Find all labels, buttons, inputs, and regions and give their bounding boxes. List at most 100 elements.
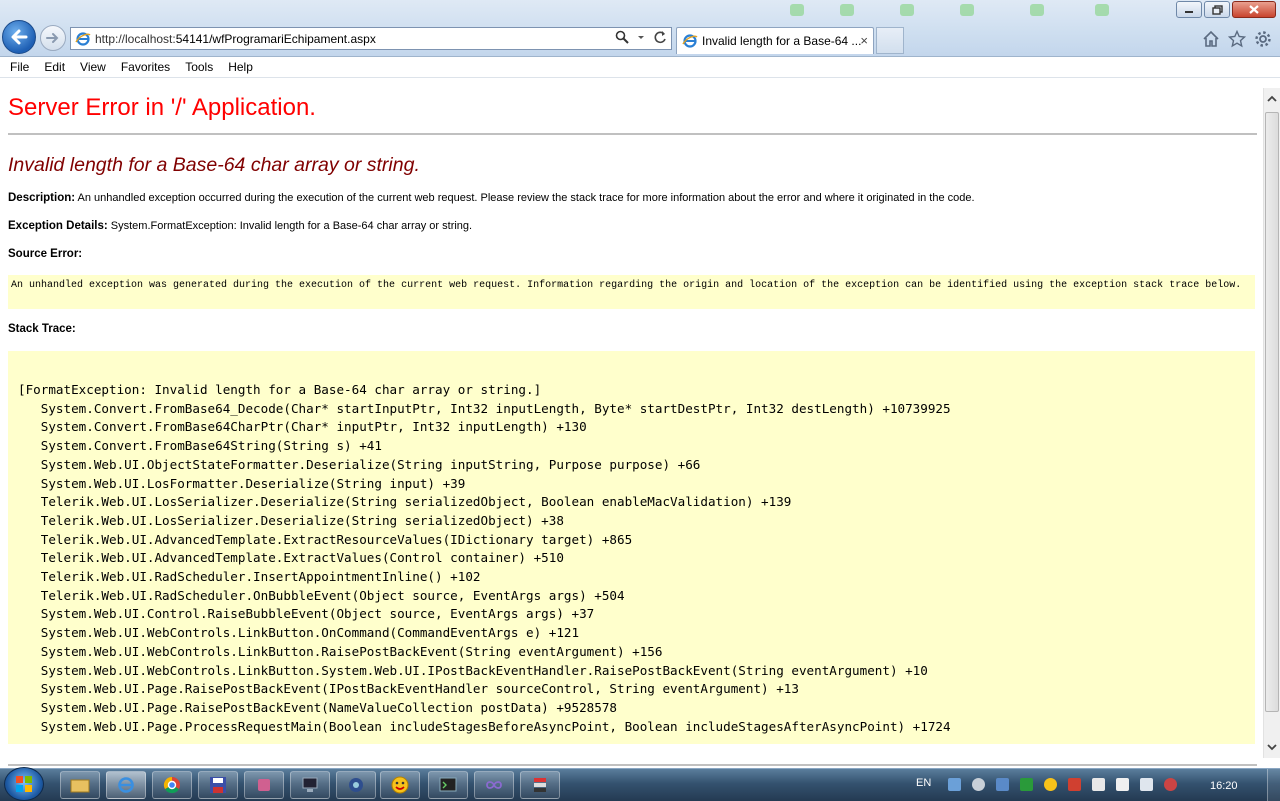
terminal-icon bbox=[439, 777, 457, 792]
tray-icon[interactable] bbox=[1020, 778, 1033, 791]
stack-trace-line: [FormatException: Invalid length for a B… bbox=[18, 382, 542, 397]
tray-icon[interactable] bbox=[1092, 778, 1105, 791]
stack-trace-line: System.Web.UI.Control.RaiseBubbleEvent(O… bbox=[18, 606, 595, 622]
close-icon bbox=[1249, 5, 1259, 14]
tray-icon[interactable] bbox=[1116, 778, 1129, 791]
stack-trace-line: Telerik.Web.UI.RadScheduler.InsertAppoin… bbox=[18, 569, 481, 585]
windows-start-icon bbox=[16, 776, 32, 792]
stack-trace-line: System.Convert.FromBase64String(String s… bbox=[18, 438, 382, 454]
tray-icon[interactable] bbox=[996, 778, 1009, 791]
home-icon[interactable] bbox=[1202, 30, 1220, 48]
address-bar[interactable]: http://localhost:54141/wfProgramariEchip… bbox=[70, 27, 672, 50]
floppy-icon bbox=[210, 777, 226, 793]
description: Description: An unhandled exception occu… bbox=[8, 192, 975, 204]
taskbar: EN 16:20 bbox=[0, 767, 1280, 801]
scroll-down-button[interactable] bbox=[1264, 736, 1280, 758]
app-icon bbox=[258, 779, 270, 791]
url-host: http://localhost: bbox=[95, 31, 176, 46]
back-button[interactable] bbox=[2, 20, 36, 54]
tray-icon[interactable] bbox=[1044, 778, 1057, 791]
forward-button[interactable] bbox=[40, 25, 66, 51]
taskbar-visual-studio[interactable] bbox=[474, 771, 514, 799]
tab-close-button[interactable]: × bbox=[860, 33, 868, 48]
restore-icon bbox=[1211, 4, 1223, 15]
show-desktop-button[interactable] bbox=[1267, 769, 1280, 801]
url-path: 54141/wfProgramariEchipament.aspx bbox=[175, 31, 376, 46]
forward-icon bbox=[46, 33, 59, 43]
divider bbox=[8, 133, 1257, 135]
app-icon bbox=[349, 778, 363, 792]
address-url: http://localhost:54141/wfProgramariEchip… bbox=[95, 32, 376, 46]
tray-icon[interactable] bbox=[972, 778, 985, 791]
taskbar-explorer[interactable] bbox=[60, 771, 100, 799]
tray-icon[interactable] bbox=[1068, 778, 1081, 791]
smiley-icon bbox=[391, 776, 409, 794]
stack-trace-line: Telerik.Web.UI.LosSerializer.Deserialize… bbox=[18, 494, 792, 510]
menu-edit[interactable]: Edit bbox=[44, 60, 65, 74]
titlebar-decoration bbox=[1095, 4, 1109, 16]
titlebar-decoration bbox=[840, 4, 854, 16]
taskbar-internet-explorer[interactable] bbox=[106, 771, 146, 799]
infinity-icon bbox=[486, 781, 502, 789]
volume-icon[interactable] bbox=[1164, 778, 1177, 791]
favorites-star-icon[interactable] bbox=[1228, 30, 1246, 48]
maximize-button[interactable] bbox=[1204, 1, 1230, 18]
exception-details-label: Exception Details: bbox=[8, 220, 108, 232]
menu-file[interactable]: File bbox=[10, 60, 29, 74]
stack-trace-line: System.Web.UI.WebControls.LinkButton.Rai… bbox=[18, 643, 663, 659]
taskbar-messenger[interactable] bbox=[380, 771, 420, 799]
taskbar-app-stack[interactable] bbox=[520, 771, 560, 799]
taskbar-app-blue[interactable] bbox=[336, 771, 376, 799]
menu-favorites[interactable]: Favorites bbox=[121, 60, 170, 74]
source-error-label: Source Error: bbox=[8, 248, 83, 260]
tray-icon[interactable] bbox=[1140, 778, 1153, 791]
titlebar-decoration bbox=[960, 4, 974, 16]
language-indicator[interactable]: EN bbox=[916, 777, 931, 789]
stack-trace-line: System.Web.UI.ObjectStateFormatter.Deser… bbox=[18, 456, 701, 472]
ie-icon bbox=[118, 777, 134, 793]
chevron-down-icon bbox=[1267, 744, 1277, 751]
scroll-up-button[interactable] bbox=[1264, 88, 1280, 110]
new-tab-button[interactable] bbox=[876, 27, 904, 54]
stack-trace-line: Telerik.Web.UI.RadScheduler.OnBubbleEven… bbox=[18, 587, 625, 603]
minimize-icon bbox=[1185, 10, 1193, 13]
minimize-button[interactable] bbox=[1176, 1, 1202, 18]
vertical-scrollbar[interactable] bbox=[1263, 88, 1280, 758]
search-icon[interactable] bbox=[615, 30, 629, 44]
exception-details-text: System.FormatException: Invalid length f… bbox=[110, 220, 473, 232]
description-text: An unhandled exception occurred during t… bbox=[77, 192, 975, 204]
source-error-heading: Source Error: bbox=[8, 248, 82, 260]
taskbar-remote-app[interactable] bbox=[290, 771, 330, 799]
taskbar-console[interactable] bbox=[428, 771, 468, 799]
tray-icon[interactable] bbox=[948, 778, 961, 791]
tools-gear-icon[interactable] bbox=[1254, 30, 1272, 48]
folder-icon bbox=[70, 779, 90, 793]
monitor-icon bbox=[302, 777, 318, 792]
taskbar-save-app[interactable] bbox=[198, 771, 238, 799]
page-content: Server Error in '/' Application. Invalid… bbox=[0, 78, 1263, 768]
back-icon bbox=[11, 29, 28, 45]
chrome-icon bbox=[163, 776, 180, 794]
taskbar-chrome[interactable] bbox=[152, 771, 192, 799]
window-controls bbox=[1176, 1, 1276, 18]
chevron-up-icon bbox=[1267, 95, 1277, 102]
stack-trace-line: System.Web.UI.WebControls.LinkButton.OnC… bbox=[18, 625, 580, 641]
start-button[interactable] bbox=[4, 767, 44, 801]
stack-trace-box: [FormatException: Invalid length for a B… bbox=[8, 351, 1255, 744]
close-window-button[interactable] bbox=[1232, 1, 1276, 18]
menu-view[interactable]: View bbox=[80, 60, 106, 74]
scroll-thumb[interactable] bbox=[1265, 112, 1279, 712]
stack-trace-line: Telerik.Web.UI.LosSerializer.Deserialize… bbox=[18, 512, 564, 528]
menu-tools[interactable]: Tools bbox=[185, 60, 213, 74]
menu-help[interactable]: Help bbox=[228, 60, 253, 74]
tab-active[interactable]: Invalid length for a Base-64 ... × bbox=[676, 27, 874, 54]
clock[interactable]: 16:20 bbox=[1210, 780, 1238, 792]
refresh-icon[interactable] bbox=[653, 30, 667, 44]
dropdown-icon[interactable] bbox=[637, 30, 645, 44]
stack-trace-line: Telerik.Web.UI.AdvancedTemplate.ExtractR… bbox=[18, 531, 633, 547]
stack-trace-label: Stack Trace: bbox=[8, 323, 76, 335]
stack-trace-line: System.Web.UI.Page.RaisePostBackEvent(IP… bbox=[18, 681, 799, 697]
exception-title: Invalid length for a Base-64 char array … bbox=[8, 154, 420, 176]
taskbar-app-pink[interactable] bbox=[244, 771, 284, 799]
stack-trace-heading: Stack Trace: bbox=[8, 323, 76, 335]
